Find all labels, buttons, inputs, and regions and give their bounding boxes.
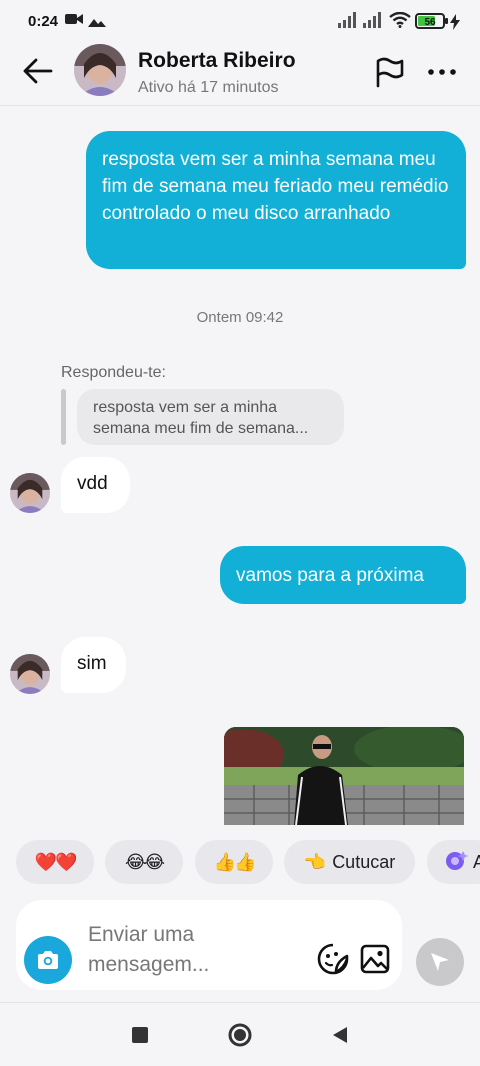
signal-icon-2 (363, 12, 383, 33)
extra-chip-label: A (473, 851, 480, 872)
signal-icon (338, 12, 358, 33)
poke-label: Cutucar (332, 851, 396, 872)
contact-status: Ativo há 17 minutos (138, 79, 279, 96)
message-incoming[interactable]: vdd (61, 457, 130, 513)
message-outgoing[interactable]: vamos para a próxima (220, 546, 466, 604)
contact-name[interactable]: Roberta Ribeiro (138, 49, 296, 73)
cloud-icon (88, 15, 106, 33)
poke-emoji: 👈 (303, 851, 326, 872)
message-outgoing[interactable]: resposta vem ser a minha semana meu fim … (86, 131, 466, 269)
back-nav-button[interactable] (326, 1021, 354, 1049)
reply-quote-bar (61, 389, 66, 445)
charging-icon (450, 14, 460, 35)
sender-avatar[interactable] (10, 473, 50, 513)
report-button[interactable] (372, 56, 406, 88)
home-button[interactable] (226, 1021, 254, 1049)
heart-emoji: ❤️❤️ (34, 851, 78, 872)
laugh-emoji: 😂😂 (124, 851, 165, 872)
reaction-laugh-chip[interactable]: 😂😂 (105, 840, 183, 884)
gallery-button[interactable] (360, 944, 390, 974)
recents-button[interactable] (126, 1021, 154, 1049)
message-incoming[interactable]: sim (61, 637, 126, 693)
battery-level: 56 (424, 17, 436, 28)
triangle-back-icon (333, 1027, 347, 1043)
back-arrow-icon (23, 58, 53, 84)
message-input[interactable]: Enviar uma mensagem... (88, 920, 258, 980)
system-nav-bar (0, 1002, 480, 1066)
status-time: 0:24 (28, 13, 59, 30)
back-button[interactable] (20, 54, 56, 88)
sticker-icon (317, 943, 349, 975)
gallery-icon (360, 944, 390, 974)
home-circle-icon (228, 1023, 252, 1047)
contact-avatar[interactable] (74, 44, 126, 96)
battery-icon: 56 (415, 13, 449, 34)
send-icon (431, 953, 449, 971)
reply-quote[interactable]: resposta vem ser a minha semana meu fim … (77, 389, 344, 445)
extra-chip[interactable]: A (427, 840, 480, 884)
quick-reactions-bar: ❤️❤️ 😂😂 👍👍 👈 Cutucar A (0, 838, 480, 888)
sparkle-icon (443, 849, 469, 876)
square-icon (132, 1027, 148, 1043)
poke-chip[interactable]: 👈 Cutucar (284, 840, 415, 884)
sender-avatar[interactable] (10, 654, 50, 694)
reply-label: Respondeu-te: (61, 364, 166, 381)
camera-icon (38, 951, 58, 969)
wifi-icon (389, 11, 411, 33)
video-icon (65, 12, 83, 31)
more-options-button[interactable] (426, 62, 458, 82)
send-button[interactable] (416, 938, 464, 986)
thumbs-up-emoji: 👍👍 (213, 851, 257, 872)
message-timestamp: Ontem 09:42 (196, 309, 284, 326)
chat-header: Roberta Ribeiro Ativo há 17 minutos (0, 40, 480, 106)
reaction-hearts-chip[interactable]: ❤️❤️ (16, 840, 94, 884)
reaction-thumbs-chip[interactable]: 👍👍 (195, 840, 273, 884)
flag-icon (376, 57, 404, 88)
more-icon (428, 69, 456, 75)
photo-message[interactable] (224, 727, 464, 825)
camera-button[interactable] (24, 936, 72, 984)
sticker-button[interactable] (316, 942, 350, 976)
message-composer: Enviar uma mensagem... (16, 900, 402, 990)
status-bar: 0:24 56 (0, 0, 480, 44)
